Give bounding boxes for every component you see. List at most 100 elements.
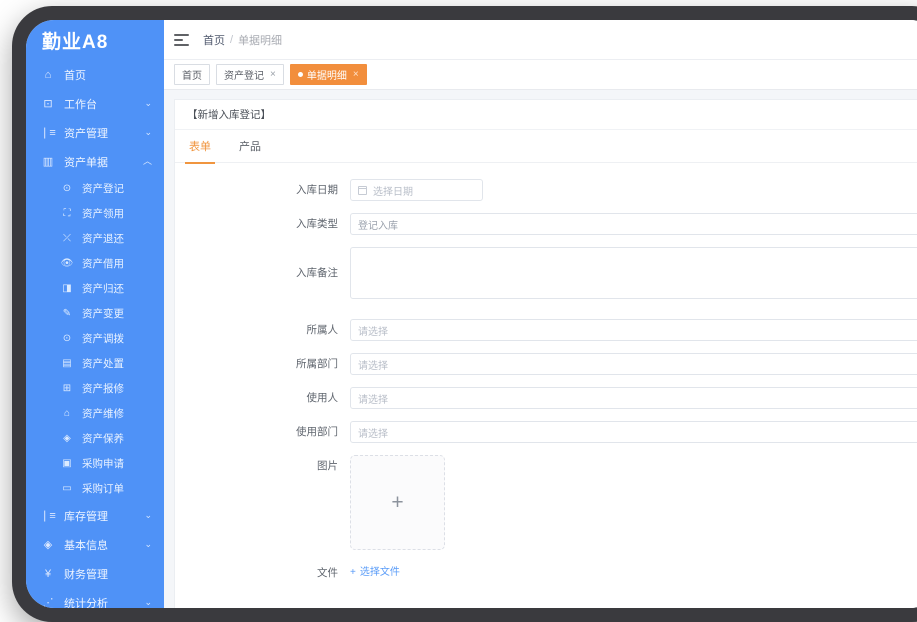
- sidebar-item-home[interactable]: ⌂ 首页: [26, 60, 164, 89]
- chevron-down-icon: ⌄: [144, 98, 152, 108]
- field-label: 使用人: [306, 392, 339, 404]
- sidebar-subitem-5[interactable]: ✎ 资产变更: [26, 301, 164, 326]
- tab-bar: 首页 资产登记 × 单据明细 ×: [164, 60, 917, 90]
- field-row-owner: 所属人 请选择: [175, 319, 917, 341]
- image-upload-button[interactable]: +: [350, 455, 445, 550]
- asset-document-icon: ▥: [42, 156, 54, 168]
- form-tab-label: 产品: [239, 141, 261, 153]
- sidebar-item-bottom-0[interactable]: ❘≡ 库存管理 ⌄: [26, 501, 164, 530]
- sidebar: 勤业A8 ⌂ 首页 ⊡ 工作台 ⌄ ❘≡ 资产管理 ⌄ ▥ 资产单据 ︿ ⊙资: [26, 20, 164, 608]
- sidebar-subitem-label: 采购申请: [82, 458, 124, 470]
- sidebar-subitem-label: 资产处置: [82, 358, 124, 370]
- asset-manage-icon: ❘≡: [40, 127, 56, 139]
- sidebar-item-workbench[interactable]: ⊡ 工作台 ⌄: [26, 89, 164, 118]
- sidebar-subitem-4[interactable]: ◨ 资产归还: [26, 276, 164, 301]
- sidebar-bottom-menu: ❘≡ 库存管理 ⌄ ◈ 基本信息 ⌄ ¥ 财务管理 ⋰ 统计分析 ⌄: [26, 501, 164, 608]
- breadcrumb-current: 单据明细: [238, 34, 283, 47]
- repair-report-icon: ⊞: [62, 383, 72, 394]
- inbound-type-input[interactable]: 登记入库: [350, 213, 917, 235]
- sidebar-subitem-8[interactable]: ⊞ 资产报修: [26, 376, 164, 401]
- field-label: 所属部门: [296, 358, 338, 370]
- device-screen: 勤业A8 ⌂ 首页 ⊡ 工作台 ⌄ ❘≡ 资产管理 ⌄ ▥ 资产单据 ︿ ⊙资: [26, 20, 917, 608]
- sidebar-subitem-10[interactable]: ◈ 资产保养: [26, 426, 164, 451]
- calendar-icon: [358, 185, 367, 195]
- close-icon[interactable]: ×: [270, 69, 276, 80]
- sidebar-subitem-label: 资产保养: [82, 433, 124, 445]
- sidebar-subitem-label: 资产调拨: [82, 333, 124, 345]
- tab-document-detail[interactable]: 单据明细 ×: [289, 64, 367, 85]
- tab-form[interactable]: 表单: [185, 130, 215, 164]
- input-placeholder: 请选择: [358, 428, 388, 440]
- sidebar-subitem-label: 资产领用: [82, 208, 124, 220]
- stock-icon: ❘≡: [40, 510, 56, 522]
- sidebar-item-asset-manage[interactable]: ❘≡ 资产管理 ⌄: [26, 118, 164, 147]
- book-icon: ◨: [62, 283, 72, 294]
- receive-icon: ⛶: [63, 208, 71, 219]
- sidebar-item-bottom-2[interactable]: ¥ 财务管理: [26, 559, 164, 588]
- finance-icon: ¥: [44, 567, 52, 580]
- sidebar-subitem-11[interactable]: ▣ 采购申请: [26, 451, 164, 476]
- maintain-icon: ⌂: [63, 408, 71, 419]
- select-file-label: 选择文件: [359, 567, 400, 578]
- return-icon: ⤫: [63, 233, 71, 244]
- tab-home[interactable]: 首页: [174, 64, 210, 85]
- field-label: 入库备注: [296, 267, 338, 279]
- form-tab-label: 表单: [189, 141, 211, 153]
- breadcrumb-home[interactable]: 首页: [203, 32, 225, 48]
- chevron-up-icon: ︿: [142, 156, 152, 166]
- breadcrumb: 首页 / 单据明细: [203, 32, 282, 48]
- sidebar-subitem-12[interactable]: ▭ 采购订单: [26, 476, 164, 501]
- inbound-remark-textarea[interactable]: [350, 247, 917, 299]
- workbench-icon: ⊡: [43, 98, 53, 110]
- tab-asset-registration[interactable]: 资产登记 ×: [216, 64, 284, 85]
- sidebar-subitem-1[interactable]: ⛶ 资产领用: [26, 201, 164, 226]
- field-row-image: 图片 +: [175, 455, 917, 550]
- field-label: 入库类型: [296, 218, 338, 230]
- sidebar-item-bottom-1[interactable]: ◈ 基本信息 ⌄: [26, 530, 164, 559]
- sidebar-item-label: 库存管理: [64, 510, 108, 523]
- field-row-inbound-date: 入库日期 选择日期: [175, 179, 917, 201]
- sidebar-item-bottom-3[interactable]: ⋰ 统计分析 ⌄: [26, 588, 164, 608]
- field-label: 入库日期: [296, 184, 338, 196]
- upkeep-icon: ◈: [63, 433, 71, 444]
- transfer-icon: ⊙: [62, 333, 72, 344]
- owner-select[interactable]: 请选择: [350, 319, 917, 341]
- close-icon[interactable]: ×: [353, 69, 359, 80]
- sidebar-subitem-0[interactable]: ⊙ 资产登记: [26, 176, 164, 201]
- home-icon: ⌂: [44, 68, 52, 81]
- input-value: 登记入库: [358, 220, 398, 232]
- input-placeholder: 选择日期: [373, 186, 413, 198]
- tab-label: 单据明细: [306, 71, 347, 82]
- tab-product[interactable]: 产品: [239, 130, 261, 163]
- dispose-icon: ▤: [62, 358, 72, 369]
- sidebar-subitem-3[interactable]: 👁 资产借用: [26, 251, 164, 276]
- asset-inbound-form: 入库日期 选择日期 入库类型 登记入库 入库备注 所属人 请选择 所属部门 请选…: [175, 163, 917, 584]
- sidebar-subitem-label: 资产维修: [82, 408, 124, 420]
- user-dept-select[interactable]: 请选择: [350, 421, 917, 443]
- owner-dept-select[interactable]: 请选择: [350, 353, 917, 375]
- chevron-down-icon: ⌄: [144, 127, 152, 137]
- sidebar-item-asset-document[interactable]: ▥ 资产单据 ︿: [26, 147, 164, 176]
- collapse-menu-icon[interactable]: [174, 33, 189, 46]
- sidebar-subitem-label: 采购订单: [82, 483, 124, 495]
- sidebar-subitem-label: 资产登记: [82, 183, 124, 195]
- sidebar-subitem-6[interactable]: ⊙ 资产调拨: [26, 326, 164, 351]
- edit-icon: ✎: [62, 308, 72, 319]
- sidebar-subitem-9[interactable]: ⌂ 资产维修: [26, 401, 164, 426]
- sidebar-item-label: 资产单据: [64, 156, 108, 169]
- content-area: 【新增入库登记】 表单 产品 入库日期 选择日期 入库类型 登记入库 入库备注 …: [164, 91, 917, 608]
- field-row-user: 使用人 请选择: [175, 387, 917, 409]
- check-circle-icon: ⊙: [62, 183, 72, 194]
- device-frame: 勤业A8 ⌂ 首页 ⊡ 工作台 ⌄ ❘≡ 资产管理 ⌄ ▥ 资产单据 ︿ ⊙资: [12, 6, 917, 622]
- inbound-date-input[interactable]: 选择日期: [350, 179, 483, 201]
- input-placeholder: 请选择: [358, 360, 388, 372]
- select-file-button[interactable]: + 选择文件: [350, 562, 400, 584]
- field-row-inbound-type: 入库类型 登记入库: [175, 213, 917, 235]
- sidebar-item-label: 工作台: [64, 98, 97, 111]
- sidebar-subitem-2[interactable]: ⤫ 资产退还: [26, 226, 164, 251]
- eye-icon: 👁: [60, 258, 74, 269]
- breadcrumb-separator: /: [230, 33, 234, 46]
- page-title: 【新增入库登记】: [175, 100, 917, 130]
- user-select[interactable]: 请选择: [350, 387, 917, 409]
- sidebar-subitem-7[interactable]: ▤ 资产处置: [26, 351, 164, 376]
